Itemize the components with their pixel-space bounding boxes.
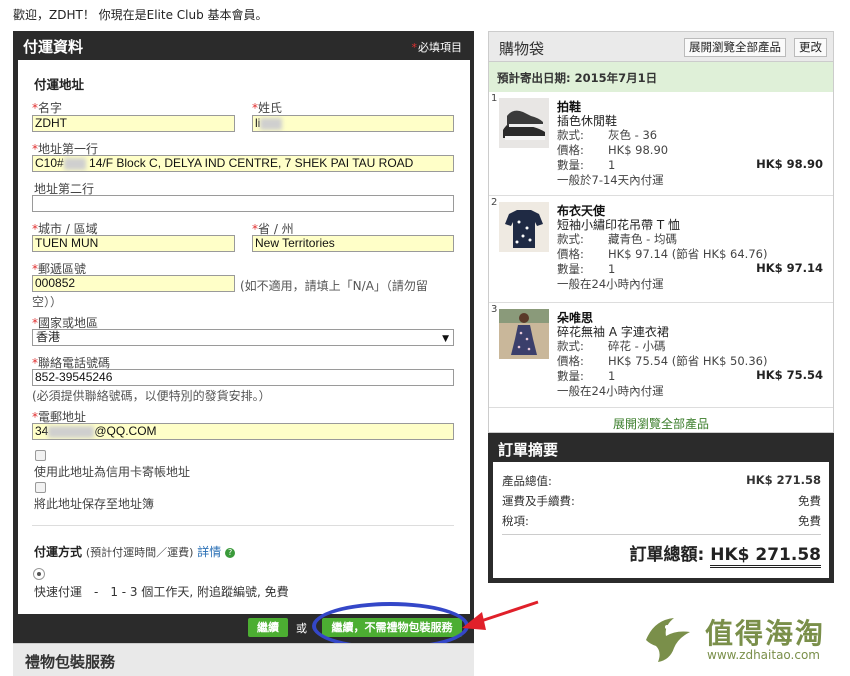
tax-row: 稅項: 免費 xyxy=(502,514,821,528)
shopping-bag-title: 購物袋 xyxy=(499,40,545,58)
billing-address-label: 使用此地址為信用卡寄帳地址 xyxy=(34,465,191,479)
phone-field[interactable]: 852-39545246 xyxy=(32,369,454,386)
item-style: 款式: 灰色 - 36 xyxy=(557,128,658,142)
gift-wrap-section[interactable]: 禮物包裝服務 xyxy=(13,643,474,676)
arrow-shaft xyxy=(477,600,539,624)
item-qty: 數量: 1 xyxy=(557,369,616,383)
shipping-form: 付運地址 *名字 ZDHT *姓氏 li *地址第一行 C10# 14/F Bl… xyxy=(18,60,470,614)
item-style: 款式: 藏青色 - 均碼 xyxy=(557,232,677,246)
divider xyxy=(502,534,821,535)
postal-field[interactable]: 000852 xyxy=(32,275,235,292)
item-number: 1 xyxy=(491,93,498,104)
continue-button[interactable]: 繼續 xyxy=(248,618,288,637)
item-qty: 數量: 1 xyxy=(557,158,616,172)
expand-all-button[interactable]: 展開瀏覽全部產品 xyxy=(684,38,786,57)
item-qty: 數量: 1 xyxy=(557,262,616,276)
country-value: 香港 xyxy=(36,330,61,344)
welcome-message: 歡迎，ZDHT！ 你現在是Elite Club 基本會員。 xyxy=(13,8,268,22)
shipping-panel-header: 付運資料 *必填項目 xyxy=(13,31,474,60)
item-style: 款式: 碎花 - 小碼 xyxy=(557,339,666,353)
billing-address-checkbox[interactable] xyxy=(35,450,46,461)
item-price: 價格: HK$ 75.54 (節省 HK$ 50.36) xyxy=(557,354,768,368)
product-thumbnail-tshirt[interactable] xyxy=(499,202,549,252)
item-ship-note: 一般在24小時內付運 xyxy=(557,384,664,398)
redaction-blur xyxy=(260,117,283,130)
shopping-bag-header: 購物袋 展開瀏覽全部產品 更改 xyxy=(489,32,833,62)
order-summary-title: 訂單摘要 xyxy=(498,441,559,459)
divider xyxy=(32,525,454,526)
postal-note-cont: 空）） xyxy=(32,295,63,309)
first-name-field[interactable]: ZDHT xyxy=(32,115,235,132)
express-shipping-label: 快速付運 - 1 - 3 個工作天, 附追蹤編號, 免費 xyxy=(34,585,289,599)
order-total: 訂單總額: HK$ 271.58 xyxy=(630,540,821,568)
or-text: 或 xyxy=(296,622,307,635)
cart-item: 2 布衣天使 短袖小繡印花吊帶 T 恤 款式: 藏青色 - 均碼 價格: HK$ 9… xyxy=(489,196,833,303)
expand-all-link[interactable]: 展開瀏覽全部產品 xyxy=(489,415,833,432)
item-number: 3 xyxy=(491,304,498,315)
product-thumbnail-shoes[interactable] xyxy=(499,98,549,148)
country-select[interactable]: 香港 ▼ xyxy=(32,329,454,346)
email-field[interactable]: 34 @QQ.COM xyxy=(32,423,454,440)
chevron-down-icon: ▼ xyxy=(442,334,449,344)
estimated-ship-date: 預計寄出日期: 2015年7月1日 xyxy=(489,62,833,92)
shipping-fee-row: 運費及手續費: 免費 xyxy=(502,494,821,508)
item-total: HK$ 98.90 xyxy=(756,157,823,171)
required-note: *必填項目 xyxy=(411,41,463,54)
shipping-title: 付運資料 xyxy=(23,38,84,56)
last-name-field[interactable]: li xyxy=(252,115,454,132)
zdhaitao-logo-icon xyxy=(646,618,690,662)
shopping-bag-panel: 購物袋 展開瀏覽全部產品 更改 預計寄出日期: 2015年7月1日 1 拍鞋 插… xyxy=(488,31,834,433)
item-ship-note: 一般在24小時內付運 xyxy=(557,277,664,291)
watermark-title: 值得海淘 xyxy=(705,617,826,650)
shipping-details-link[interactable]: 詳情 xyxy=(197,545,221,559)
order-summary-panel: 訂單摘要 產品總值: HK$ 271.58 運費及手續費: 免費 稅項: 免費 訂單總… xyxy=(488,433,834,583)
postal-note: (如不適用，請填上「N/A」（請勿留 xyxy=(240,279,428,293)
item-price: 價格: HK$ 98.90 xyxy=(557,143,669,157)
help-icon[interactable]: ? xyxy=(225,547,236,558)
redaction-blur xyxy=(63,157,86,170)
save-address-checkbox[interactable] xyxy=(35,482,46,493)
item-total: HK$ 97.14 xyxy=(756,261,823,275)
cart-item: 1 拍鞋 插色休閒鞋 款式: 灰色 - 36 價格: HK$ 98.90 數量: 1 … xyxy=(489,92,833,196)
express-shipping-radio[interactable] xyxy=(33,568,45,580)
item-ship-note: 一般於7-14天內付運 xyxy=(557,173,664,187)
province-field[interactable]: New Territories xyxy=(252,235,454,252)
edit-button[interactable]: 更改 xyxy=(794,38,827,57)
first-name-label: *名字 xyxy=(32,101,63,115)
order-summary-body: 產品總值: HK$ 271.58 運費及手續費: 免費 稅項: 免費 訂單總額: HK… xyxy=(493,462,829,578)
address-section-title: 付運地址 xyxy=(34,77,85,92)
gift-wrap-title: 禮物包裝服務 xyxy=(25,653,116,671)
item-number: 2 xyxy=(491,197,498,208)
addr2-field[interactable] xyxy=(32,195,454,212)
last-name-label: *姓氏 xyxy=(252,101,283,115)
city-field[interactable]: TUEN MUN xyxy=(32,235,235,252)
product-thumbnail-dress[interactable] xyxy=(499,309,549,359)
addr1-field[interactable]: C10# 14/F Block C, DELYA IND CENTRE, 7 S… xyxy=(32,155,454,172)
cart-item: 3 朵唯思 碎花無袖 A 字連衣裙 款式: 碎花 - 小碼 價格: HK$ 75.5… xyxy=(489,303,833,408)
item-price: 價格: HK$ 97.14 (節省 HK$ 64.76) xyxy=(557,247,768,261)
phone-note: (必須提供聯絡號碼，以便特別的發貨安排。） xyxy=(32,389,271,403)
save-address-label: 將此地址保存至地址簿 xyxy=(34,497,155,511)
shipping-method-heading: 付運方式 (預計付運時間／運費) 詳情 ? xyxy=(34,543,236,560)
item-total: HK$ 75.54 xyxy=(756,368,823,382)
subtotal-row: 產品總值: HK$ 271.58 xyxy=(502,473,821,488)
watermark-url: www.zdhaitao.com xyxy=(707,648,820,662)
redaction-blur xyxy=(48,425,95,438)
